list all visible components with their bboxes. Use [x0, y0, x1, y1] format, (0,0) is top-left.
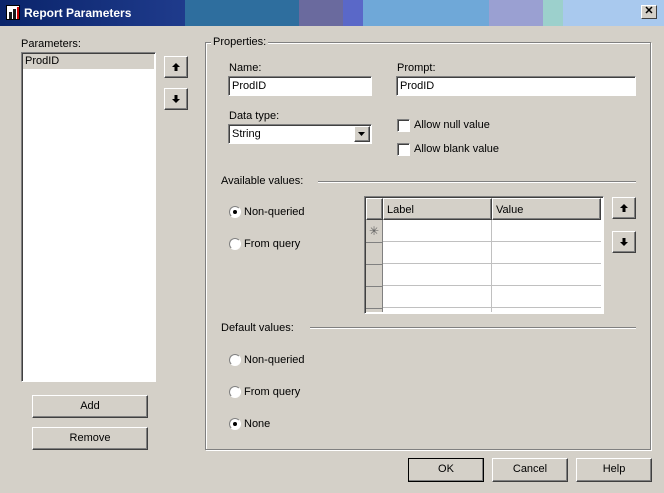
available-nonqueried-label: Non-queried — [244, 206, 305, 218]
available-values-grid[interactable]: Label Value ✳ — [364, 196, 604, 314]
move-up-icon — [172, 63, 180, 71]
parameters-list[interactable]: ProdID — [21, 52, 156, 382]
remove-button[interactable]: Remove — [32, 427, 148, 450]
window-title: Report Parameters — [24, 6, 132, 20]
divider — [318, 181, 636, 183]
grid-body[interactable] — [383, 220, 601, 312]
grid-move-down-button[interactable] — [612, 231, 636, 253]
default-fromquery-label: From query — [244, 386, 301, 398]
grid-header-value[interactable]: Value — [492, 198, 601, 220]
properties-group-label: Properties: — [211, 36, 269, 48]
available-values-label: Available values: — [221, 175, 304, 187]
list-item[interactable]: ProdID — [23, 54, 154, 69]
default-nonqueried-radio[interactable] — [229, 354, 241, 366]
datatype-select[interactable]: String — [228, 124, 372, 144]
report-app-icon — [6, 5, 20, 20]
help-button[interactable]: Help — [576, 458, 652, 482]
default-none-radio[interactable] — [229, 418, 241, 430]
move-up-button[interactable] — [164, 56, 188, 78]
allow-null-checkbox[interactable] — [397, 119, 410, 132]
name-label: Name: — [229, 62, 262, 74]
default-values-label: Default values: — [221, 322, 294, 334]
move-down-button[interactable] — [164, 88, 188, 110]
allow-blank-label: Allow blank value — [414, 143, 499, 155]
divider — [310, 327, 636, 329]
grid-header-label[interactable]: Label — [383, 198, 492, 220]
default-nonqueried-label: Non-queried — [244, 354, 305, 366]
title-bar[interactable]: Report Parameters ✕ — [0, 0, 664, 26]
default-fromquery-radio[interactable] — [229, 386, 241, 398]
available-fromquery-label: From query — [244, 238, 301, 250]
prompt-label: Prompt: — [397, 62, 436, 74]
grid-row-header-corner — [366, 198, 383, 220]
name-input[interactable]: ProdID — [228, 76, 372, 96]
available-fromquery-radio[interactable] — [229, 238, 241, 250]
move-down-icon — [172, 95, 180, 103]
allow-blank-checkbox[interactable] — [397, 143, 410, 156]
default-none-label: None — [244, 418, 271, 430]
move-down-icon — [620, 238, 628, 246]
available-nonqueried-radio[interactable] — [229, 206, 241, 218]
grid-row-headers: ✳ — [366, 220, 383, 312]
allow-null-label: Allow null value — [414, 119, 490, 131]
move-up-icon — [620, 204, 628, 212]
close-icon[interactable]: ✕ — [641, 5, 657, 19]
add-button[interactable]: Add — [32, 395, 148, 418]
datatype-label: Data type: — [229, 110, 280, 122]
dropdown-arrow-icon[interactable] — [354, 126, 370, 142]
parameters-label: Parameters: — [21, 38, 81, 50]
new-row-icon: ✳ — [369, 224, 380, 238]
prompt-input[interactable]: ProdID — [396, 76, 636, 96]
grid-move-up-button[interactable] — [612, 197, 636, 219]
cancel-button[interactable]: Cancel — [492, 458, 568, 482]
ok-button[interactable]: OK — [408, 458, 484, 482]
